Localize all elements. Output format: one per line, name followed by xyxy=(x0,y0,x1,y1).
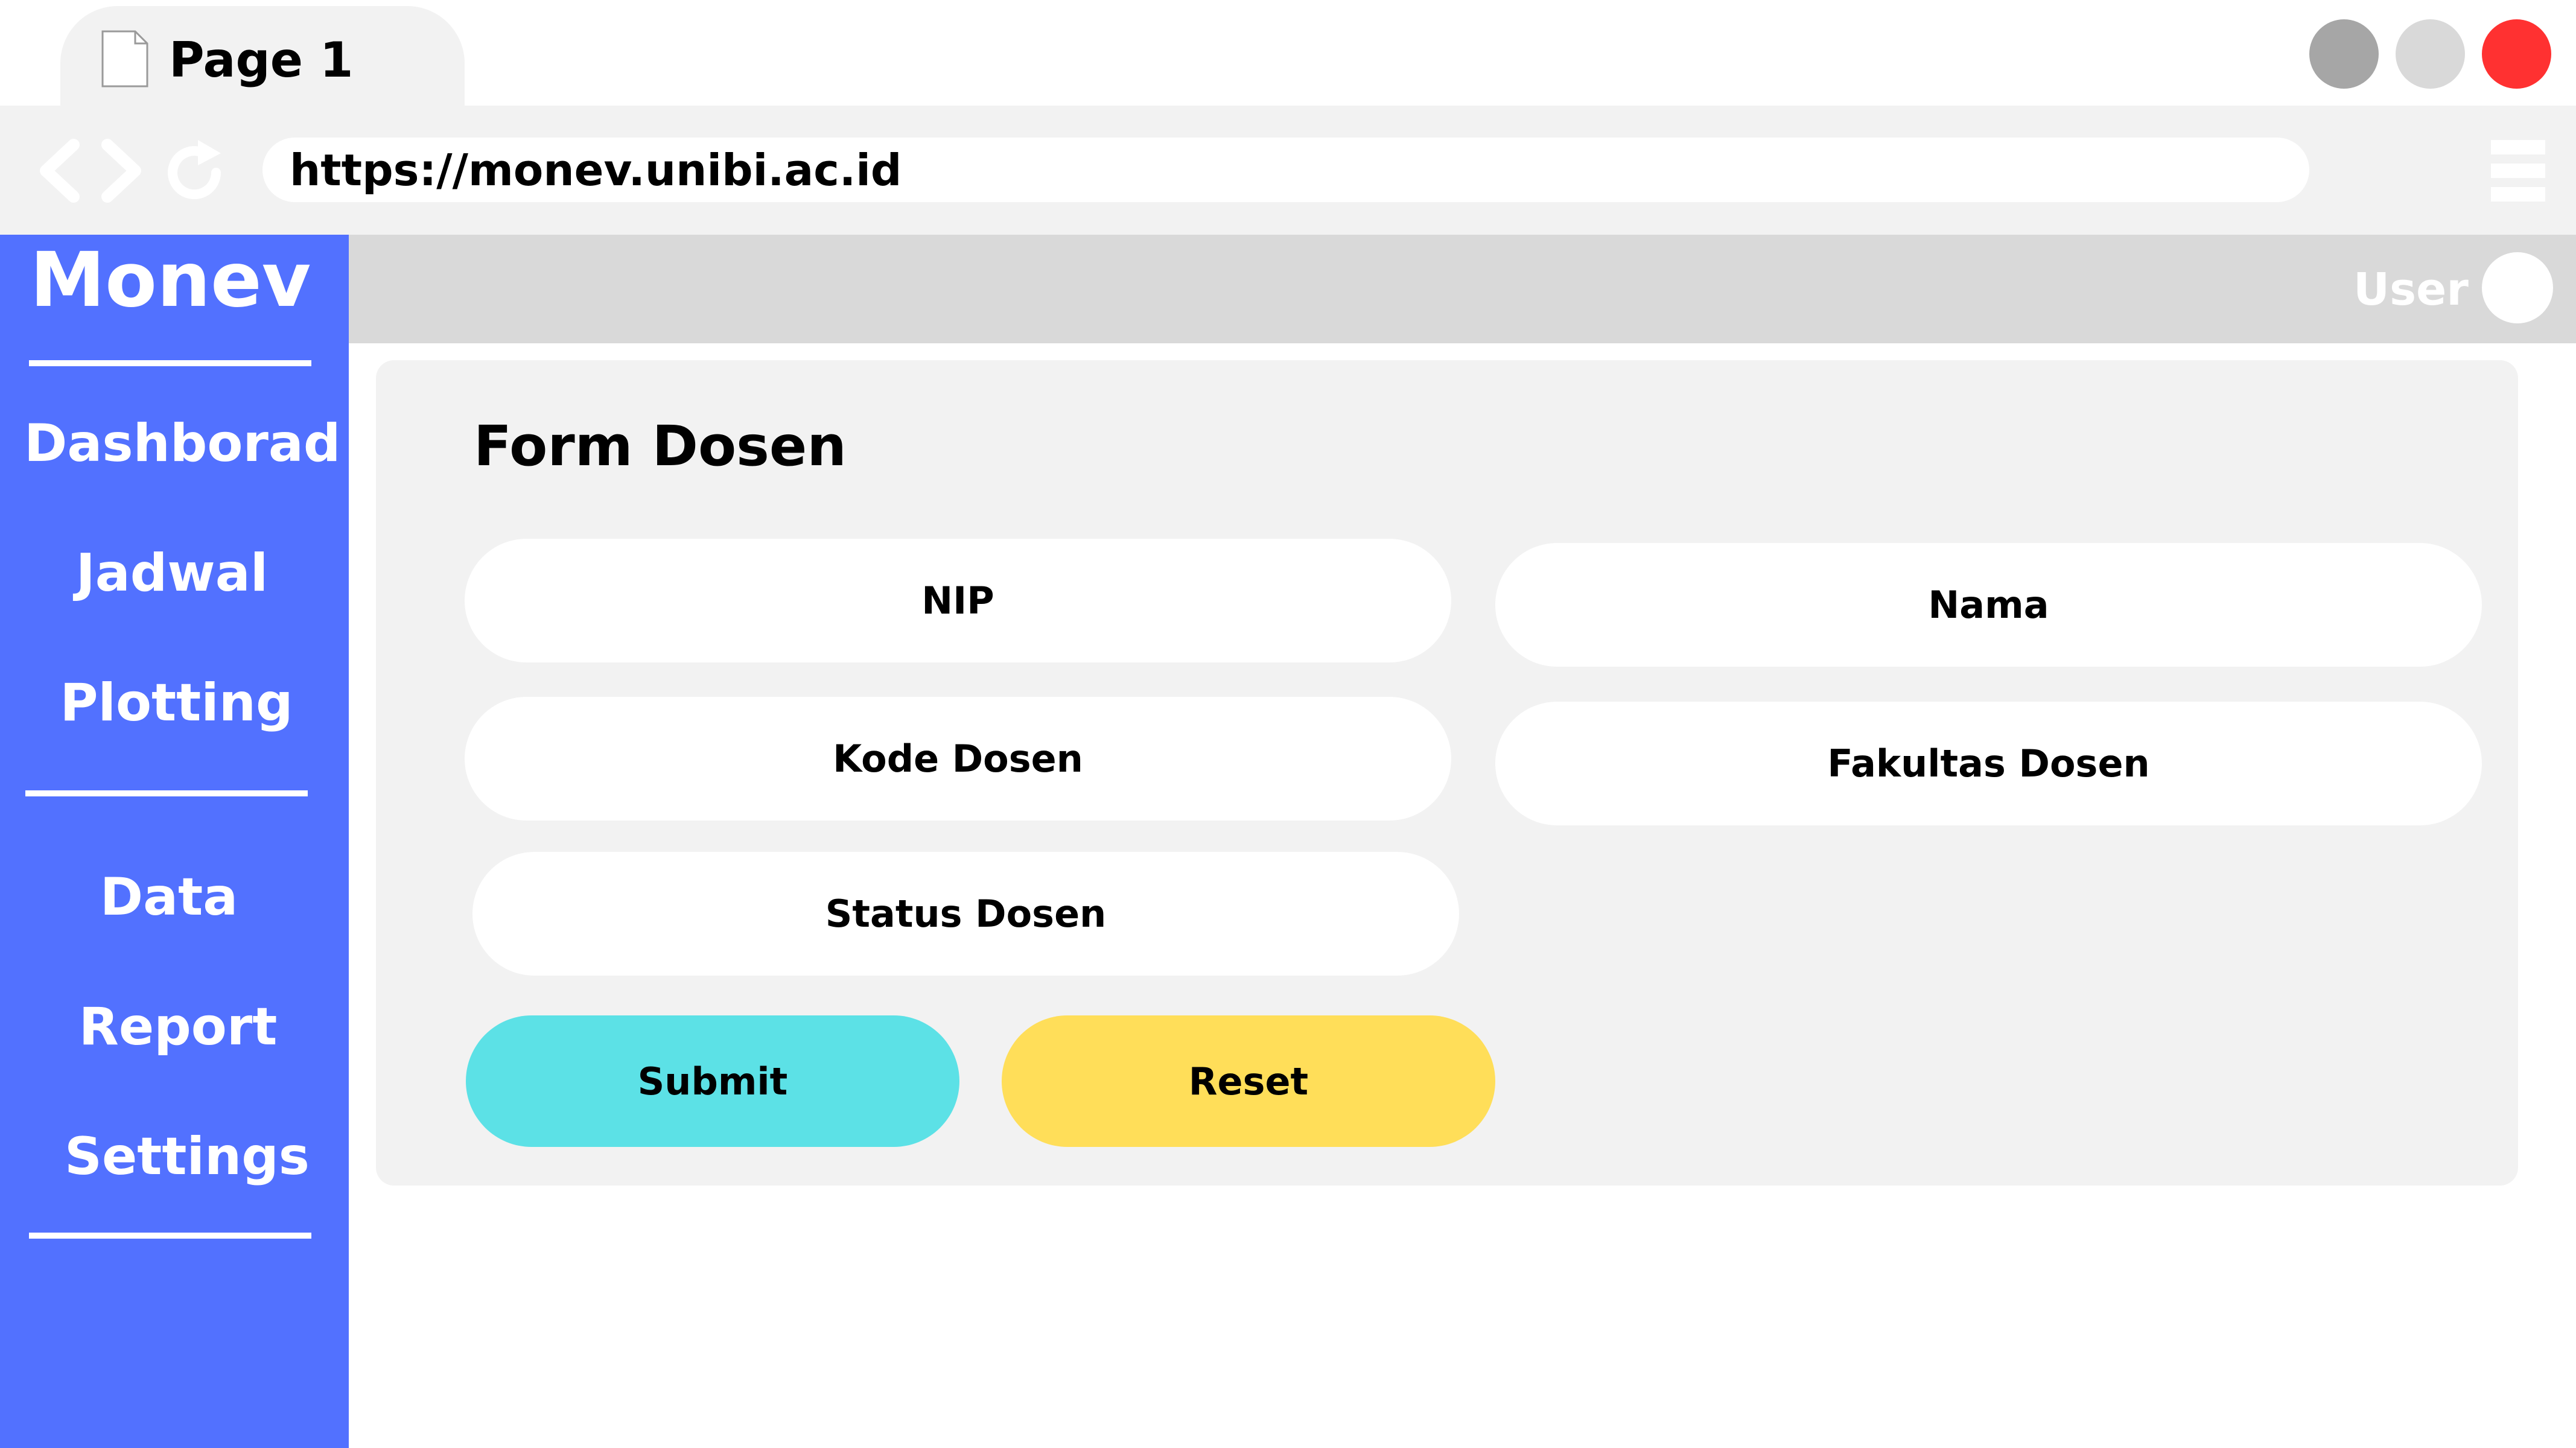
sidebar-item-data[interactable]: Data xyxy=(24,864,314,930)
nama-field[interactable]: Nama xyxy=(1495,543,2482,667)
url-text[interactable]: https://monev.unibi.ac.id xyxy=(290,139,902,202)
tab-title: Page 1 xyxy=(169,32,354,88)
nip-field-label: NIP xyxy=(921,579,994,623)
close-window-button[interactable] xyxy=(2482,19,2551,89)
nip-field[interactable]: NIP xyxy=(465,539,1451,662)
chevron-left-icon[interactable] xyxy=(36,138,84,204)
status-dosen-field[interactable]: Status Dosen xyxy=(472,852,1459,976)
chevron-right-icon[interactable] xyxy=(97,138,145,204)
document-icon xyxy=(101,30,148,87)
sidebar-divider xyxy=(25,790,308,796)
fakultas-dosen-field-label: Fakultas Dosen xyxy=(1827,741,2150,786)
reset-button[interactable]: Reset xyxy=(1002,1015,1495,1147)
sidebar-item-dashboard[interactable]: Dashborad xyxy=(24,410,340,477)
form-title: Form Dosen xyxy=(474,414,847,478)
nama-field-label: Nama xyxy=(1928,583,2049,627)
fakultas-dosen-field[interactable]: Fakultas Dosen xyxy=(1495,702,2482,825)
sidebar-divider xyxy=(29,360,311,366)
sidebar-divider xyxy=(29,1233,311,1239)
kode-dosen-field[interactable]: Kode Dosen xyxy=(465,697,1451,821)
user-label[interactable]: User xyxy=(2353,259,2469,320)
brand-logo[interactable]: Monev xyxy=(0,238,341,323)
submit-button[interactable]: Submit xyxy=(466,1015,959,1147)
kode-dosen-field-label: Kode Dosen xyxy=(833,737,1083,781)
hamburger-menu-icon[interactable] xyxy=(2491,139,2545,202)
maximize-window-button[interactable] xyxy=(2396,19,2465,89)
top-header xyxy=(349,235,2576,343)
sidebar-item-jadwal[interactable]: Jadwal xyxy=(24,540,320,606)
sidebar-item-plotting[interactable]: Plotting xyxy=(24,670,329,736)
user-avatar-icon[interactable] xyxy=(2482,252,2553,323)
minimize-window-button[interactable] xyxy=(2309,19,2379,89)
sidebar-item-settings[interactable]: Settings xyxy=(24,1123,350,1190)
sidebar-item-report[interactable]: Report xyxy=(24,994,332,1060)
reload-icon[interactable] xyxy=(163,138,229,207)
status-dosen-field-label: Status Dosen xyxy=(825,892,1107,936)
